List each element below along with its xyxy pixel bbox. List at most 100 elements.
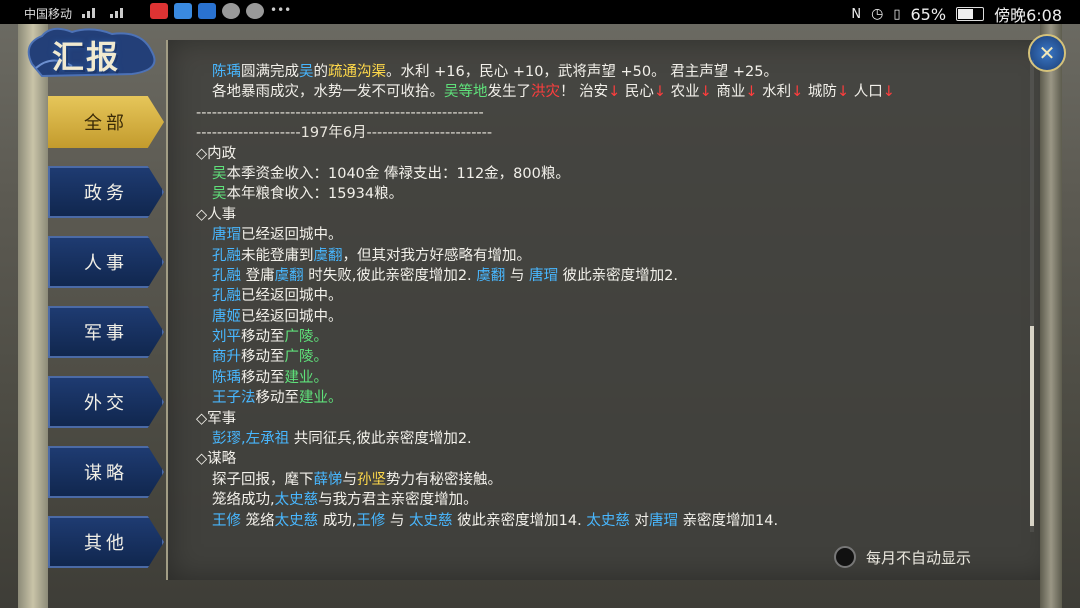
tab-2[interactable]: 人事 <box>48 236 164 288</box>
report-line: 吴本年粮食收入：15934粮。 <box>196 184 1026 204</box>
status-right: N ◷ ▯ 65% 傍晚6:08 <box>851 2 1062 26</box>
officer-name: 商升 <box>212 349 241 366</box>
report-text: ↓ <box>608 84 621 101</box>
officer-name: 薛悌 <box>313 471 343 488</box>
report-text: 笼络成功, <box>212 492 275 509</box>
tab-3[interactable]: 军事 <box>48 306 164 358</box>
tab-5[interactable]: 谋略 <box>48 446 164 498</box>
close-icon: ✕ <box>1038 41 1056 65</box>
report-line: 唐瑁已经返回城中。 <box>196 225 1026 245</box>
report-text: 圆满完成 <box>241 64 299 80</box>
officer-name: 孔融 <box>212 288 241 305</box>
auto-display-toggle[interactable]: 每月不自动显示 <box>834 546 971 568</box>
tab-label: 政务 <box>84 183 128 204</box>
report-line: 孔融 登庸虞翻 时失败,彼此亲密度增加2. 虞翻 与 唐瑁 彼此亲密度增加2. <box>196 266 1026 286</box>
chat-icon <box>222 3 240 19</box>
report-line: 探子回报，麾下薛悌与孙坚势力有秘密接触。 <box>196 470 1026 490</box>
report-text: 与我方君主亲密度增加。 <box>318 492 478 509</box>
vibrate-icon: ▯ <box>893 6 901 22</box>
report-text: 的 <box>313 64 329 80</box>
report-text: 彼此亲密度增加14. <box>452 512 587 529</box>
tab-label: 全部 <box>84 113 128 134</box>
report-text: 时失败,彼此亲密度增加2. <box>303 267 477 284</box>
report-text: ◇人事 <box>196 206 237 223</box>
place-name: 广陵。 <box>284 349 329 366</box>
report-text: 人口 <box>849 84 883 101</box>
report-text: --------------------197年6月--------------… <box>196 125 493 142</box>
report-text: 对 <box>629 512 649 529</box>
tab-label: 外交 <box>84 393 128 414</box>
signal-icon <box>82 8 123 18</box>
officer-name: 王子法 <box>212 390 256 407</box>
scrollbar-thumb[interactable] <box>1030 326 1034 526</box>
auto-display-label: 每月不自动显示 <box>866 548 972 567</box>
report-scrollbar[interactable] <box>1030 60 1034 532</box>
report-text: 移动至 <box>241 369 285 386</box>
battery-percent: 65% <box>910 4 947 24</box>
report-text: 共同征兵,彼此亲密度增加2. <box>289 431 472 448</box>
tab-label: 军事 <box>84 323 128 344</box>
report-line: 商升移动至广陵。 <box>196 347 1026 367</box>
place-name: 建业。 <box>284 369 329 386</box>
clock: 傍晚6:08 <box>994 6 1062 25</box>
app-notification-icon <box>246 3 264 19</box>
report-line: 吴本季资金收入：1040金 俸禄支出：112金，800粮。 <box>196 164 1026 184</box>
report-text: ◇军事 <box>196 410 237 427</box>
app-notification-icon <box>174 3 192 19</box>
officer-name: 王修 <box>212 512 241 529</box>
tab-6[interactable]: 其他 <box>48 516 164 568</box>
tab-1[interactable]: 政务 <box>48 166 164 218</box>
report-title-emblem: 汇报 <box>22 24 162 84</box>
page-title: 汇报 <box>52 38 121 76</box>
tab-label: 人事 <box>84 253 128 274</box>
officer-name: 刘平 <box>212 329 241 346</box>
report-text: 洪灾 <box>531 84 560 101</box>
report-text: 城防 <box>803 84 837 101</box>
report-line: 刘平移动至广陵。 <box>196 327 1026 347</box>
scroll-roller-left <box>18 24 48 608</box>
officer-name: 唐瑁 <box>648 512 678 529</box>
report-text: 笼络 <box>241 512 275 529</box>
report-line: 唐姬已经返回城中。 <box>196 307 1026 327</box>
report-text: 已经返回城中。 <box>241 227 343 244</box>
officer-name: 唐瑁 <box>212 227 241 244</box>
status-bar: 中国移动 ••• N ◷ ▯ 65% 傍晚6:08 <box>0 0 1080 26</box>
report-text: ↓ <box>745 84 758 101</box>
tab-4[interactable]: 外交 <box>48 376 164 428</box>
report-text: 已经返回城中。 <box>241 288 343 305</box>
officer-name: 彭璆,左承祖 <box>212 431 290 448</box>
report-text: 势力有秘密接触。 <box>386 471 502 488</box>
report-text: 探子回报，麾下 <box>212 471 314 488</box>
report-line: 孔融未能登庸到虞翻，但其对我方好感略有增加。 <box>196 246 1026 266</box>
auto-display-radio[interactable] <box>834 546 856 568</box>
officer-name: 孔融 <box>212 267 241 284</box>
report-line: 彭璆,左承祖 共同征兵,彼此亲密度增加2. <box>196 429 1026 449</box>
report-text: ↓ <box>791 84 804 101</box>
report-log[interactable]: 陈瑀圆满完成吴的疏通沟渠。水利 +16，民心 +10，武将声望 +50。 君主声… <box>196 62 1026 532</box>
app-notification-icon <box>150 3 168 19</box>
report-line: ----------------------------------------… <box>196 103 1026 123</box>
report-text: ◇内政 <box>196 145 237 162</box>
report-text: ！ 治安 <box>560 84 609 101</box>
officer-name: 王修 <box>356 512 386 529</box>
report-text: 农业 <box>666 84 700 101</box>
report-line: ◇军事 <box>196 409 1026 429</box>
place-name: 建业。 <box>299 390 343 407</box>
report-text: 移动至 <box>255 390 300 407</box>
officer-name: 太史慈 <box>586 512 630 529</box>
report-text: 本年粮食收入：15934粮。 <box>226 186 404 203</box>
report-text: ↓ <box>882 84 895 101</box>
report-text: ----------------------------------------… <box>196 104 484 121</box>
officer-name: 陈瑀 <box>212 64 241 80</box>
report-line: 笼络成功,太史慈与我方君主亲密度增加。 <box>196 490 1026 510</box>
report-text: 亲密度增加14. <box>677 512 779 529</box>
report-text: 与 <box>385 512 410 529</box>
report-text: ，但其对我方好感略有增加。 <box>342 247 532 264</box>
tab-0[interactable]: 全部 <box>48 96 164 148</box>
report-text: 登庸 <box>241 267 275 284</box>
report-text: 已经返回城中。 <box>241 308 343 325</box>
more-icon: ••• <box>270 3 292 17</box>
officer-name: 虞翻 <box>476 267 506 284</box>
notification-icons: ••• <box>150 3 292 19</box>
officer-name: 吴 <box>299 64 314 80</box>
